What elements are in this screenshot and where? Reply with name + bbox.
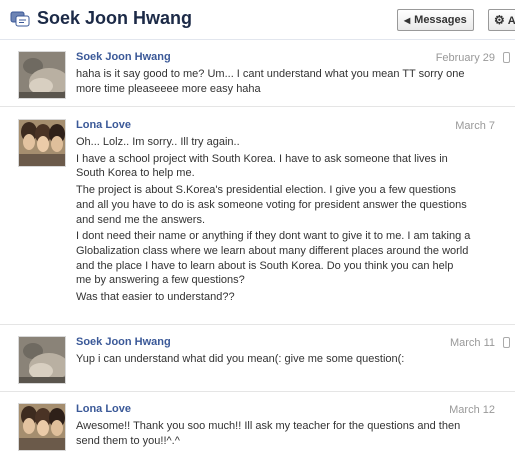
message-date: March 12	[449, 404, 495, 416]
chevron-left-icon: ◀	[404, 16, 411, 25]
avatar[interactable]	[18, 336, 66, 384]
message-paragraph: Yup i can understand what did you mean(:…	[76, 353, 405, 365]
message-body: haha is it say good to me? Um... I cant …	[76, 67, 471, 98]
sender-name[interactable]: Soek Joon Hwang	[76, 51, 171, 63]
message-date: March 11	[449, 337, 495, 349]
phone-icon	[503, 337, 510, 348]
sender-name[interactable]: Soek Joon Hwang	[76, 336, 171, 348]
message-paragraph: The project is about S.Korea's president…	[76, 184, 467, 226]
actions-button-label: A	[507, 15, 515, 27]
message-paragraph: I have a school project with South Korea…	[76, 152, 448, 180]
messages-icon	[10, 11, 30, 27]
thread-header: Soek Joon Hwang ◀ Messages ⚙ A	[0, 0, 515, 40]
avatar[interactable]	[18, 403, 66, 451]
message-paragraph: Was that easier to understand??	[76, 291, 235, 304]
message-paragraph: Awesome!! Thank you soo much!! Ill ask m…	[76, 420, 461, 447]
message-item: Soek Joon Hwang February 29 haha is it s…	[0, 45, 515, 107]
back-to-messages-button[interactable]: ◀ Messages	[397, 9, 474, 31]
message-paragraph: I dont need their name or anything if th…	[76, 230, 471, 287]
sender-name[interactable]: Lona Love	[76, 119, 131, 131]
message-paragraph: Oh... Lolz.. Im sorry.. Ill try again..	[76, 136, 240, 148]
message-date: March 7	[455, 120, 495, 132]
avatar[interactable]	[18, 119, 66, 167]
gear-icon: ⚙	[494, 13, 505, 27]
message-body: Yup i can understand what did you mean(:…	[76, 352, 471, 369]
message-date: February 29	[435, 52, 495, 64]
sender-name[interactable]: Lona Love	[76, 403, 131, 415]
message-item: Lona Love March 7 Oh... Lolz.. Im sorry.…	[0, 113, 515, 325]
actions-button[interactable]: ⚙ A	[488, 9, 515, 31]
messages-button-label: Messages	[414, 14, 467, 26]
phone-icon	[503, 52, 510, 63]
message-item: Soek Joon Hwang March 11 Yup i can under…	[0, 330, 515, 392]
avatar[interactable]	[18, 51, 66, 99]
message-paragraph: haha is it say good to me? Um... I cant …	[76, 68, 465, 95]
page-title: Soek Joon Hwang	[37, 8, 193, 28]
message-body: Awesome!! Thank you soo much!! Ill ask m…	[76, 419, 471, 450]
message-body: Oh... Lolz.. Im sorry.. Ill try again.. …	[76, 135, 471, 307]
message-item: Lona Love March 12 Awesome!! Thank you s…	[0, 397, 515, 463]
